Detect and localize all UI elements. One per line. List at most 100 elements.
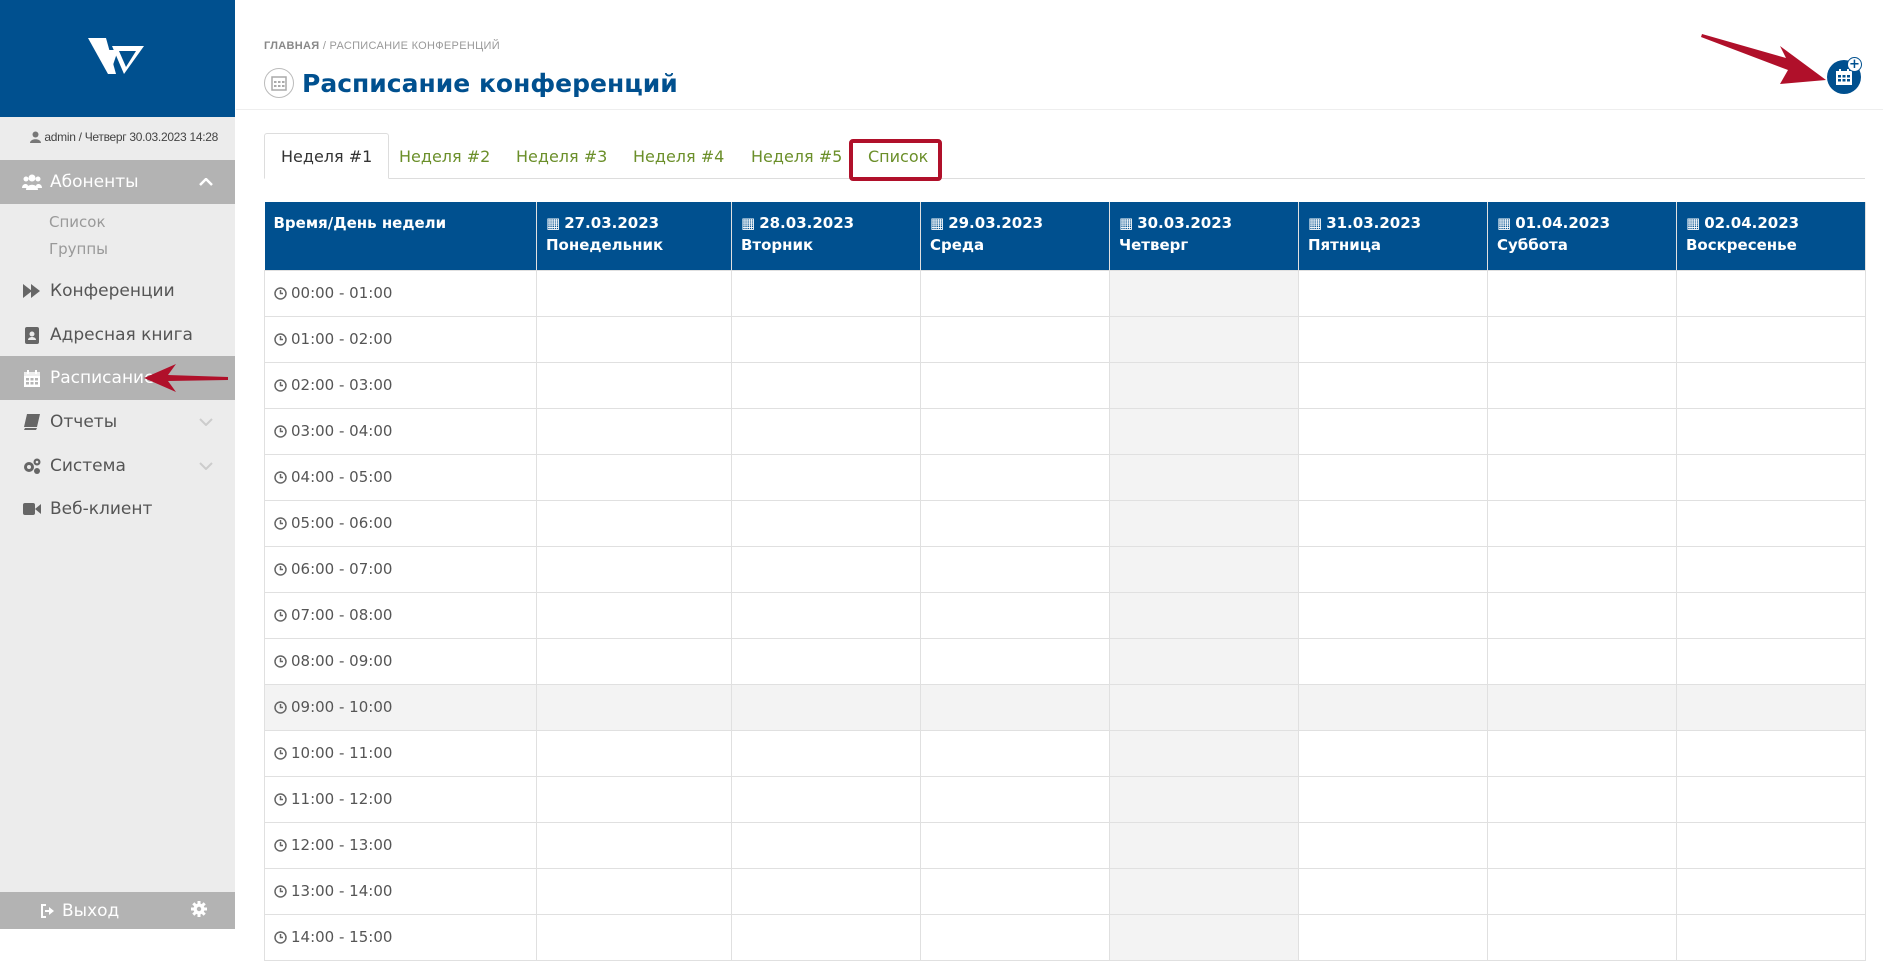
schedule-cell[interactable] bbox=[1676, 775, 1866, 823]
sidebar-item-system[interactable]: Система bbox=[0, 444, 235, 488]
tab-week-4[interactable]: Неделя #4 bbox=[617, 133, 740, 179]
sidebar-item-conferences[interactable]: Конференции bbox=[0, 269, 235, 313]
schedule-cell[interactable] bbox=[536, 775, 732, 823]
schedule-cell[interactable] bbox=[1487, 729, 1677, 777]
schedule-cell[interactable] bbox=[536, 361, 732, 409]
schedule-cell[interactable] bbox=[920, 637, 1110, 685]
schedule-cell[interactable] bbox=[1676, 407, 1866, 455]
schedule-cell[interactable] bbox=[1487, 407, 1677, 455]
schedule-cell[interactable] bbox=[731, 591, 921, 639]
schedule-cell[interactable] bbox=[1487, 545, 1677, 593]
sidebar-item-reports[interactable]: Отчеты bbox=[0, 400, 235, 444]
schedule-cell[interactable] bbox=[1298, 361, 1488, 409]
schedule-cell[interactable] bbox=[731, 683, 921, 731]
schedule-cell[interactable] bbox=[920, 775, 1110, 823]
schedule-cell[interactable] bbox=[920, 499, 1110, 547]
schedule-cell[interactable] bbox=[536, 591, 732, 639]
schedule-cell[interactable] bbox=[536, 499, 732, 547]
schedule-cell[interactable] bbox=[1298, 913, 1488, 961]
logout-button[interactable]: Выход bbox=[40, 901, 119, 921]
schedule-cell[interactable] bbox=[1109, 913, 1299, 961]
schedule-cell[interactable] bbox=[536, 637, 732, 685]
schedule-cell[interactable] bbox=[920, 683, 1110, 731]
schedule-cell[interactable] bbox=[731, 867, 921, 915]
schedule-cell[interactable] bbox=[536, 683, 732, 731]
schedule-cell[interactable] bbox=[1487, 867, 1677, 915]
schedule-cell[interactable] bbox=[920, 913, 1110, 961]
schedule-cell[interactable] bbox=[731, 361, 921, 409]
schedule-cell[interactable] bbox=[920, 269, 1110, 317]
tab-week-3[interactable]: Неделя #3 bbox=[500, 133, 623, 179]
schedule-cell[interactable] bbox=[920, 545, 1110, 593]
schedule-cell[interactable] bbox=[1487, 269, 1677, 317]
schedule-cell[interactable] bbox=[1487, 913, 1677, 961]
schedule-cell[interactable] bbox=[1109, 775, 1299, 823]
schedule-cell[interactable] bbox=[1109, 453, 1299, 501]
schedule-cell[interactable] bbox=[1109, 407, 1299, 455]
schedule-cell[interactable] bbox=[920, 315, 1110, 363]
schedule-cell[interactable] bbox=[920, 591, 1110, 639]
schedule-cell[interactable] bbox=[1298, 867, 1488, 915]
breadcrumb-home[interactable]: ГЛАВНАЯ bbox=[264, 40, 319, 52]
schedule-cell[interactable] bbox=[536, 821, 732, 869]
schedule-cell[interactable] bbox=[1109, 867, 1299, 915]
schedule-cell[interactable] bbox=[536, 545, 732, 593]
sidebar-item-subscribers[interactable]: Абоненты bbox=[0, 160, 235, 204]
tab-week-2[interactable]: Неделя #2 bbox=[383, 133, 506, 179]
schedule-cell[interactable] bbox=[1109, 545, 1299, 593]
schedule-cell[interactable] bbox=[1298, 453, 1488, 501]
schedule-cell[interactable] bbox=[1298, 775, 1488, 823]
schedule-cell[interactable] bbox=[920, 729, 1110, 777]
schedule-cell[interactable] bbox=[1298, 499, 1488, 547]
schedule-cell[interactable] bbox=[1676, 637, 1866, 685]
schedule-cell[interactable] bbox=[1676, 913, 1866, 961]
schedule-cell[interactable] bbox=[1109, 269, 1299, 317]
schedule-cell[interactable] bbox=[1298, 545, 1488, 593]
sidebar-subitem-list[interactable]: Список bbox=[49, 213, 106, 231]
schedule-cell[interactable] bbox=[1487, 499, 1677, 547]
sidebar-item-address-book[interactable]: Адресная книга bbox=[0, 313, 235, 357]
schedule-cell[interactable] bbox=[1298, 683, 1488, 731]
schedule-cell[interactable] bbox=[1676, 269, 1866, 317]
schedule-cell[interactable] bbox=[1487, 361, 1677, 409]
schedule-cell[interactable] bbox=[1676, 453, 1866, 501]
schedule-cell[interactable] bbox=[920, 821, 1110, 869]
schedule-cell[interactable] bbox=[1487, 821, 1677, 869]
schedule-cell[interactable] bbox=[536, 867, 732, 915]
schedule-cell[interactable] bbox=[731, 637, 921, 685]
schedule-cell[interactable] bbox=[731, 269, 921, 317]
schedule-cell[interactable] bbox=[1109, 361, 1299, 409]
schedule-cell[interactable] bbox=[731, 775, 921, 823]
schedule-cell[interactable] bbox=[1109, 637, 1299, 685]
schedule-cell[interactable] bbox=[731, 729, 921, 777]
schedule-cell[interactable] bbox=[731, 821, 921, 869]
schedule-cell[interactable] bbox=[1109, 315, 1299, 363]
schedule-cell[interactable] bbox=[1487, 637, 1677, 685]
logo-box[interactable] bbox=[0, 0, 235, 117]
schedule-cell[interactable] bbox=[920, 453, 1110, 501]
schedule-cell[interactable] bbox=[920, 407, 1110, 455]
sidebar-item-web-client[interactable]: Веб-клиент bbox=[0, 487, 235, 531]
schedule-cell[interactable] bbox=[1487, 683, 1677, 731]
schedule-cell[interactable] bbox=[536, 269, 732, 317]
schedule-cell[interactable] bbox=[731, 453, 921, 501]
schedule-cell[interactable] bbox=[1487, 775, 1677, 823]
tab-week-5[interactable]: Неделя #5 bbox=[735, 133, 858, 179]
schedule-cell[interactable] bbox=[1676, 867, 1866, 915]
sidebar-subitem-groups[interactable]: Группы bbox=[49, 240, 108, 258]
schedule-cell[interactable] bbox=[731, 407, 921, 455]
schedule-cell[interactable] bbox=[1298, 407, 1488, 455]
schedule-cell[interactable] bbox=[536, 729, 732, 777]
schedule-cell[interactable] bbox=[1676, 361, 1866, 409]
tab-week-1[interactable]: Неделя #1 bbox=[264, 133, 390, 179]
schedule-cell[interactable] bbox=[1109, 591, 1299, 639]
schedule-cell[interactable] bbox=[1676, 729, 1866, 777]
schedule-cell[interactable] bbox=[1676, 821, 1866, 869]
schedule-cell[interactable] bbox=[1676, 545, 1866, 593]
schedule-cell[interactable] bbox=[731, 913, 921, 961]
gear-icon[interactable] bbox=[191, 901, 207, 922]
schedule-cell[interactable] bbox=[1676, 499, 1866, 547]
schedule-cell[interactable] bbox=[536, 453, 732, 501]
schedule-cell[interactable] bbox=[1298, 637, 1488, 685]
schedule-cell[interactable] bbox=[1298, 269, 1488, 317]
